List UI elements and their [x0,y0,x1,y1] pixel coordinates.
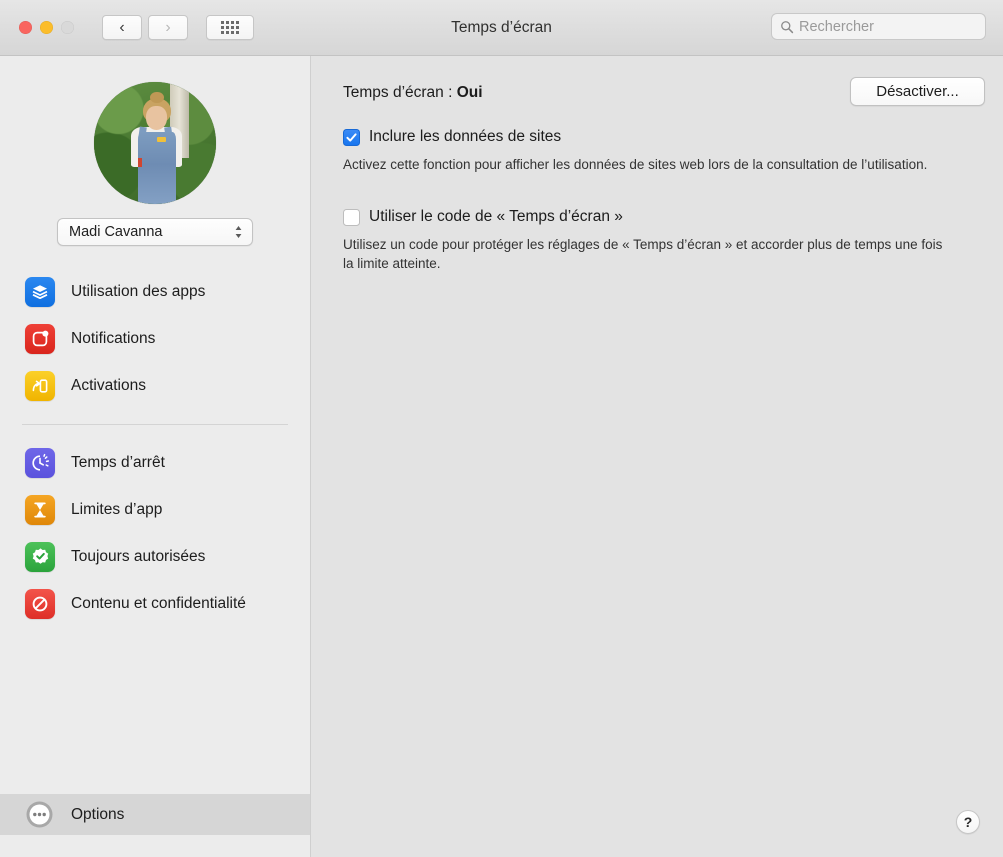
minimize-button[interactable] [40,21,53,34]
preferences-window: ‹ › Temps d’écran Rechercher Madi Cavann… [0,0,1003,857]
sidebar-divider [22,424,288,425]
screen-time-status-prefix: Temps d’écran : [343,84,457,101]
content-pane: Temps d’écran : Oui Désactiver... Inclur… [311,56,1003,857]
avatar [94,82,216,204]
sidebar-item-label: Toujours autorisées [71,547,206,565]
navigation-buttons: ‹ › [102,15,188,40]
options-ellipsis-icon [26,801,53,828]
zoom-button [61,21,74,34]
back-button[interactable]: ‹ [102,15,142,40]
sidebar-item-label: Notifications [71,329,156,347]
sidebar-item-app-limits[interactable]: Limites d’app [0,486,310,533]
disable-button[interactable]: Désactiver... [850,77,985,106]
app-limits-icon [25,494,55,525]
include-website-data-help: Activez cette fonction pour afficher les… [343,157,928,172]
sidebar-item-content-privacy[interactable]: Contenu et confidentialité [0,580,310,627]
include-website-data-checkbox[interactable] [343,128,360,146]
sidebar-item-options[interactable]: Options [0,794,310,835]
chevron-up-down-icon [235,226,242,238]
sidebar-item-label: Utilisation des apps [71,282,206,300]
screen-time-status: Temps d’écran : Oui [343,84,483,102]
include-website-data-label: Inclure les données de sites [369,128,562,145]
search-icon [781,20,794,33]
sidebar-nav: Utilisation des apps Notifications Activ… [0,268,310,627]
window-body: Madi Cavanna Utilisation des apps Notifi… [0,56,1003,857]
use-passcode-label: Utiliser le code de « Temps d’écran » [369,208,623,225]
sidebar-item-label: Activations [71,376,146,394]
search-field[interactable]: Rechercher [771,13,986,40]
sidebar-item-label: Temps d’arrêt [71,453,165,471]
forward-button: › [148,15,188,40]
sidebar-footer [0,835,310,857]
show-all-button[interactable] [206,15,254,40]
sidebar-item-always-allowed[interactable]: Toujours autorisées [0,533,310,580]
content-privacy-icon [25,588,55,619]
screen-time-status-value: Oui [456,84,483,101]
use-passcode-row[interactable]: Utiliser le code de « Temps d’écran » [343,208,623,226]
sidebar: Madi Cavanna Utilisation des apps Notifi… [0,56,311,857]
sidebar-item-downtime[interactable]: Temps d’arrêt [0,439,310,486]
sidebar-item-label: Limites d’app [71,500,163,518]
app-usage-icon [25,276,55,307]
user-name-label: Madi Cavanna [69,224,163,240]
sidebar-item-app-usage[interactable]: Utilisation des apps [0,268,310,315]
pickups-icon [25,370,55,401]
user-select-popup[interactable]: Madi Cavanna [57,218,253,246]
use-passcode-help: Utilisez un code pour protéger les régla… [343,237,943,271]
sidebar-item-label: Contenu et confidentialité [71,594,246,612]
checkmark-icon [346,132,357,142]
search-placeholder: Rechercher [799,18,874,35]
help-button[interactable]: ? [956,810,980,834]
close-button[interactable] [19,21,32,34]
show-all-grid-icon [221,21,239,34]
chevron-left-icon: ‹ [119,18,125,36]
always-allowed-icon [25,541,55,572]
options-label: Options [71,805,125,823]
notifications-icon [25,323,55,354]
sidebar-item-pickups[interactable]: Activations [0,362,310,409]
title-bar: ‹ › Temps d’écran Rechercher [0,0,1003,56]
use-passcode-checkbox[interactable] [343,208,360,226]
user-header: Madi Cavanna [0,56,310,246]
traffic-lights [19,21,74,34]
include-website-data-row[interactable]: Inclure les données de sites [343,128,561,146]
sidebar-item-notifications[interactable]: Notifications [0,315,310,362]
downtime-icon [25,447,55,478]
chevron-right-icon: › [165,18,171,36]
